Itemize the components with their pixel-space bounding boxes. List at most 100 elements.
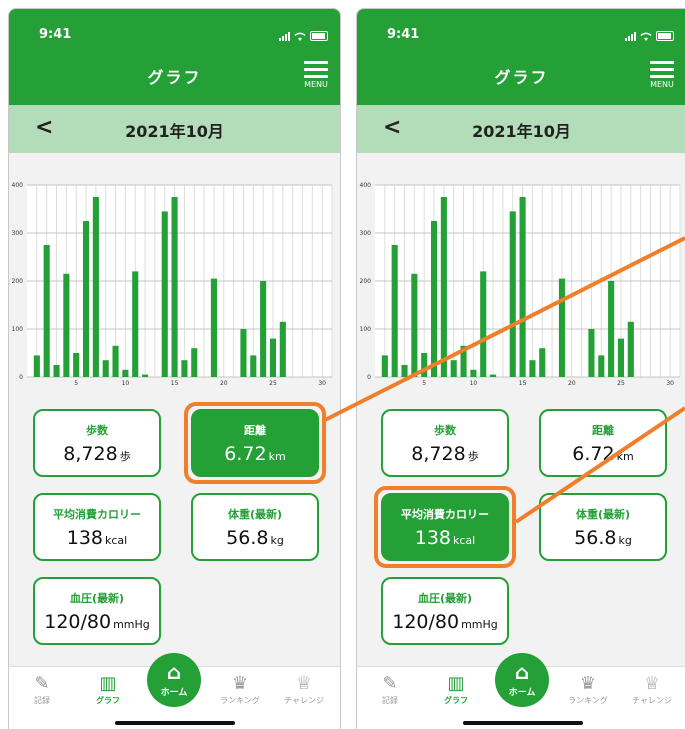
chart-bar bbox=[450, 360, 457, 377]
chart-bar bbox=[63, 273, 70, 377]
home-indicator bbox=[115, 721, 235, 725]
card-weight[interactable]: 体重(最新) 56.8 kg bbox=[191, 493, 319, 561]
chart-bar bbox=[421, 353, 428, 377]
chart-bar bbox=[132, 271, 139, 377]
card-blood-pressure[interactable]: 血圧(最新) 120/80 mmHg bbox=[381, 577, 509, 645]
menu-label: MENU bbox=[650, 80, 674, 89]
chart-bar bbox=[210, 278, 217, 377]
card-distance[interactable]: 距離 6.72 km bbox=[539, 409, 667, 477]
card-value: 8,728 bbox=[63, 443, 118, 465]
chart-bar bbox=[73, 353, 80, 377]
y-tick-label: 0 bbox=[19, 374, 23, 381]
crown-icon: ♛ bbox=[579, 673, 597, 694]
trophy-icon: ♕ bbox=[643, 673, 661, 694]
card-value: 56.8 bbox=[226, 527, 269, 549]
y-tick-label: 200 bbox=[360, 278, 372, 285]
card-unit: mmHg bbox=[113, 618, 150, 631]
chart-bar bbox=[171, 197, 178, 377]
card-unit: km bbox=[616, 450, 634, 463]
trophy-icon: ♕ bbox=[295, 673, 313, 694]
crown-icon: ♛ bbox=[231, 673, 249, 694]
page-title: グラフ bbox=[147, 68, 202, 87]
y-tick-label: 200 bbox=[12, 278, 24, 285]
card-value: 120/80 bbox=[392, 611, 460, 633]
card-unit: kg bbox=[270, 534, 284, 547]
tab-graph[interactable]: ▥ グラフ bbox=[83, 673, 133, 706]
chart-bar bbox=[608, 281, 615, 377]
tab-bar: ✎ 記録 ▥ グラフ ⌂ ホーム ♛ ランキング ♕ チャレンジ bbox=[9, 653, 340, 729]
chart-bar bbox=[558, 278, 565, 377]
tab-home[interactable]: ⌂ ホーム bbox=[147, 653, 201, 707]
card-label: 歩数 bbox=[434, 424, 456, 437]
card-unit: 歩 bbox=[119, 450, 131, 463]
chart-bar bbox=[250, 355, 257, 377]
tab-challenge[interactable]: ♕ チャレンジ bbox=[627, 673, 677, 706]
menu-button[interactable]: MENU bbox=[648, 61, 676, 89]
tab-record[interactable]: ✎ 記録 bbox=[365, 673, 415, 706]
phone-screen-1: 9:41 グラフ MENU < 2021年10月 0 100 200 300 400 5 1… bbox=[8, 8, 341, 729]
tab-graph[interactable]: ▥ グラフ bbox=[431, 673, 481, 706]
app-header: 9:41 グラフ MENU bbox=[357, 9, 685, 105]
y-tick-label: 300 bbox=[12, 230, 24, 237]
tab-ranking[interactable]: ♛ ランキング bbox=[563, 673, 613, 706]
x-tick-label: 5 bbox=[74, 380, 78, 386]
signal-icon bbox=[279, 31, 290, 41]
tab-label: グラフ bbox=[96, 696, 120, 705]
card-avg-calories[interactable]: 平均消費カロリー 138 kcal bbox=[33, 493, 161, 561]
chart-bar bbox=[279, 321, 286, 377]
y-tick-label: 400 bbox=[12, 182, 24, 189]
tab-label: チャレンジ bbox=[284, 696, 324, 705]
bar-chart-icon: ▥ bbox=[99, 673, 117, 694]
x-tick-label: 20 bbox=[220, 380, 228, 386]
card-label: 体重(最新) bbox=[227, 508, 283, 521]
y-tick-label: 0 bbox=[367, 374, 371, 381]
tab-home[interactable]: ⌂ ホーム bbox=[495, 653, 549, 707]
card-weight[interactable]: 体重(最新) 56.8 kg bbox=[539, 493, 667, 561]
status-time: 9:41 bbox=[387, 27, 420, 42]
card-steps[interactable]: 歩数 8,728 歩 bbox=[381, 409, 509, 477]
page-title: グラフ bbox=[494, 68, 549, 87]
card-label: 距離 bbox=[592, 424, 614, 437]
chart-bar bbox=[260, 281, 267, 377]
x-tick-label: 15 bbox=[519, 380, 527, 386]
chart-bar bbox=[82, 221, 90, 377]
status-icons bbox=[625, 31, 674, 41]
card-value: 120/80 bbox=[44, 611, 112, 633]
tab-label: グラフ bbox=[444, 696, 468, 705]
steps-bar-chart: 0 100 200 300 400 5 10 15 20 25 30 bbox=[12, 182, 333, 386]
chart-bar bbox=[588, 329, 595, 377]
chart-bar bbox=[470, 369, 477, 377]
chart-bar bbox=[240, 329, 247, 377]
steps-bar-chart: 0 100 200 300 400 5 10 15 20 25 30 bbox=[360, 182, 681, 386]
card-label: 平均消費カロリー bbox=[53, 508, 141, 521]
y-tick-label: 100 bbox=[360, 326, 372, 333]
card-unit: mmHg bbox=[461, 618, 498, 631]
y-tick-label: 300 bbox=[360, 230, 372, 237]
tab-record[interactable]: ✎ 記録 bbox=[17, 673, 67, 706]
menu-label: MENU bbox=[304, 80, 328, 89]
home-icon: ⌂ bbox=[514, 660, 530, 684]
chart-bar bbox=[269, 338, 277, 377]
tab-label: 記録 bbox=[34, 696, 50, 705]
card-label: 体重(最新) bbox=[575, 508, 631, 521]
x-tick-label: 20 bbox=[568, 380, 576, 386]
tab-label: ホーム bbox=[160, 688, 188, 698]
tab-challenge[interactable]: ♕ チャレンジ bbox=[279, 673, 329, 706]
battery-icon bbox=[310, 31, 328, 41]
chart-bar bbox=[627, 321, 634, 377]
card-steps[interactable]: 歩数 8,728 歩 bbox=[33, 409, 161, 477]
chart-bar bbox=[411, 273, 418, 377]
signal-icon bbox=[625, 31, 636, 41]
card-blood-pressure[interactable]: 血圧(最新) 120/80 mmHg bbox=[33, 577, 161, 645]
chart-bar bbox=[401, 365, 408, 377]
wifi-icon bbox=[640, 32, 652, 41]
x-tick-label: 10 bbox=[470, 380, 478, 386]
tab-label: 記録 bbox=[382, 696, 398, 705]
chart-bar bbox=[391, 245, 398, 377]
menu-button[interactable]: MENU bbox=[302, 61, 330, 89]
home-icon: ⌂ bbox=[166, 660, 182, 684]
chart-bar bbox=[430, 221, 438, 377]
tab-ranking[interactable]: ♛ ランキング bbox=[215, 673, 265, 706]
month-bar: < 2021年10月 bbox=[357, 105, 685, 153]
month-label: 2021年10月 bbox=[472, 122, 571, 141]
